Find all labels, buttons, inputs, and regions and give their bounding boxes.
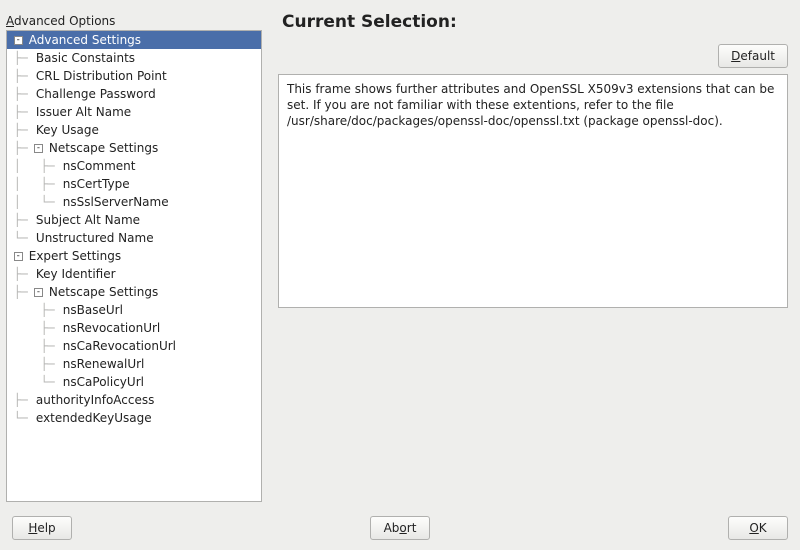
tree-item-label: nsBaseUrl [61,303,123,317]
default-button-row: Default [278,44,788,68]
tree-branch-lines: ├─ [7,358,61,370]
tree-item-nsrenewalurl[interactable]: ├─ nsRenewalUrl [7,355,261,373]
tree-branch-lines: │ ├─ [7,178,61,190]
tree-branch-lines: ├─ [7,322,61,334]
tree-item-label: nsComment [61,159,136,173]
tree-item-key-identifier[interactable]: ├─ Key Identifier [7,265,261,283]
tree-branch-lines: ├─ [7,70,34,82]
tree-item-label: Advanced Settings [27,33,141,47]
tree-item-expert-settings[interactable]: -Expert Settings [7,247,261,265]
tree-item-key-usage[interactable]: ├─ Key Usage [7,121,261,139]
tree-item-label: Subject Alt Name [34,213,140,227]
tree-item-issuer-alt-name[interactable]: ├─ Issuer Alt Name [7,103,261,121]
content-area: Advanced Options -Advanced Settings ├─ B… [0,0,800,510]
tree-item-nscarevocationurl[interactable]: ├─ nsCaRevocationUrl [7,337,261,355]
tree-item-label: Key Identifier [34,267,116,281]
tree-item-netscape-settings-2[interactable]: ├─ -Netscape Settings [7,283,261,301]
tree-item-advanced-settings[interactable]: -Advanced Settings [7,31,261,49]
tree-item-nssslservername[interactable]: │ └─ nsSslServerName [7,193,261,211]
tree-branch-lines: ├─ [7,124,34,136]
tree-item-label: Issuer Alt Name [34,105,131,119]
tree-item-subject-alt-name[interactable]: ├─ Subject Alt Name [7,211,261,229]
tree-item-nsbaseurl[interactable]: ├─ nsBaseUrl [7,301,261,319]
tree-item-label: Netscape Settings [47,285,158,299]
window: Advanced Options -Advanced Settings ├─ B… [0,0,800,550]
tree-item-label: nsCaRevocationUrl [61,339,176,353]
tree-item-label: nsCertType [61,177,130,191]
tree-item-extendedkeyusage[interactable]: └─ extendedKeyUsage [7,409,261,427]
tree-item-nscomment[interactable]: │ ├─ nsComment [7,157,261,175]
collapse-icon[interactable]: - [14,252,23,261]
collapse-icon[interactable]: - [14,36,23,45]
help-button[interactable]: Help [12,516,72,540]
tree-item-label: nsRenewalUrl [61,357,145,371]
tree-item-authorityinfoaccess[interactable]: ├─ authorityInfoAccess [7,391,261,409]
tree-branch-lines: ├─ [7,52,34,64]
tree-item-label: nsSslServerName [61,195,169,209]
tree-item-label: Challenge Password [34,87,156,101]
tree-branch-lines: ├─ [7,286,34,298]
tree-item-label: nsRevocationUrl [61,321,160,335]
tree-item-basic-constraints[interactable]: ├─ Basic Constaints [7,49,261,67]
tree-branch-lines: └─ [7,376,61,388]
tree-item-crl-distribution[interactable]: ├─ CRL Distribution Point [7,67,261,85]
tree-branch-lines: ├─ [7,268,34,280]
tree-branch-lines: └─ [7,232,34,244]
tree-item-nsrevocationurl[interactable]: ├─ nsRevocationUrl [7,319,261,337]
tree-branch-lines: ├─ [7,142,34,154]
bottom-bar: Help Abort OK [0,510,800,550]
tree-item-label: CRL Distribution Point [34,69,167,83]
tree-branch-lines [7,34,14,46]
tree-branch-lines: ├─ [7,214,34,226]
tree-item-label: authorityInfoAccess [34,393,154,407]
section-title: Current Selection: [282,12,788,32]
tree-item-nscapolicyurl[interactable]: └─ nsCaPolicyUrl [7,373,261,391]
tree-branch-lines: ├─ [7,394,34,406]
tree-item-nscerttype[interactable]: │ ├─ nsCertType [7,175,261,193]
collapse-icon[interactable]: - [34,144,43,153]
tree-item-label: Netscape Settings [47,141,158,155]
tree-item-challenge-password[interactable]: ├─ Challenge Password [7,85,261,103]
tree-branch-lines: └─ [7,412,34,424]
tree-item-label: extendedKeyUsage [34,411,152,425]
abort-button[interactable]: Abort [370,516,430,540]
tree-branch-lines [7,250,14,262]
tree-branch-lines: │ └─ [7,196,61,208]
tree-item-label: Expert Settings [27,249,121,263]
tree-item-unstructured-name[interactable]: └─ Unstructured Name [7,229,261,247]
tree-item-label: Key Usage [34,123,99,137]
tree-branch-lines: │ ├─ [7,160,61,172]
tree-branch-lines: ├─ [7,304,61,316]
options-tree[interactable]: -Advanced Settings ├─ Basic Constaints ├… [6,30,262,502]
tree-item-label: Unstructured Name [34,231,154,245]
description-text: This frame shows further attributes and … [287,82,774,128]
tree-branch-lines: ├─ [7,340,61,352]
tree-branch-lines: ├─ [7,88,34,100]
right-column: Current Selection: Default This frame sh… [270,0,800,510]
tree-item-netscape-settings-1[interactable]: ├─ -Netscape Settings [7,139,261,157]
tree-item-label: Basic Constaints [34,51,135,65]
tree-branch-lines: ├─ [7,106,34,118]
collapse-icon[interactable]: - [34,288,43,297]
description-box: This frame shows further attributes and … [278,74,788,308]
tree-label: Advanced Options [6,14,262,28]
tree-item-label: nsCaPolicyUrl [61,375,144,389]
ok-button[interactable]: OK [728,516,788,540]
left-column: Advanced Options -Advanced Settings ├─ B… [0,0,270,510]
default-button[interactable]: Default [718,44,788,68]
